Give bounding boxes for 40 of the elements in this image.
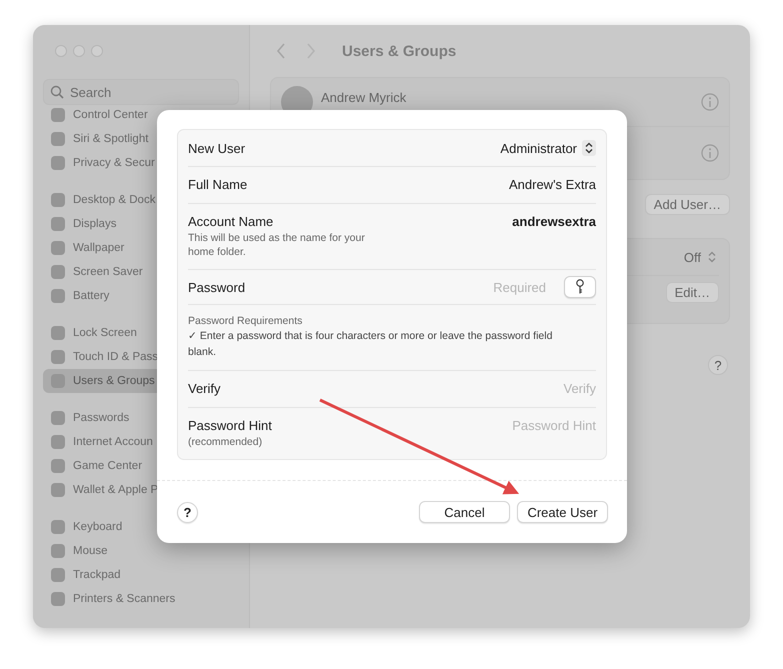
cancel-button[interactable]: Cancel: [419, 501, 510, 524]
sidebar-item[interactable]: Mouse: [43, 539, 239, 563]
requirements-text: ✓ Enter a password that is four characters or more or leave the password field blank.: [188, 329, 554, 360]
sidebar-item[interactable]: Printers & Scanners: [43, 587, 239, 611]
field-value[interactable]: Andrew's Extra: [508, 177, 596, 192]
field-value[interactable]: andrewsextra: [512, 214, 596, 229]
back-icon[interactable]: [276, 43, 286, 59]
input-field[interactable]: Verify: [446, 380, 596, 396]
user-name: Andrew Myrick: [321, 90, 408, 105]
field-label: Password: [188, 280, 246, 295]
key-button[interactable]: [564, 276, 596, 298]
help-button[interactable]: ?: [708, 355, 728, 375]
window-title: Users & Groups: [342, 42, 456, 60]
sidebar-item[interactable]: Trackpad: [43, 563, 239, 587]
setting-value[interactable]: Off: [684, 250, 701, 264]
create-user-button[interactable]: Create User: [517, 501, 608, 524]
field-label: New User: [188, 140, 246, 156]
stepper-icon: [582, 140, 596, 156]
minimize-button[interactable]: [73, 45, 85, 57]
password-field[interactable]: Required: [456, 280, 546, 295]
edit-button[interactable]: Edit…: [666, 282, 719, 303]
field-note: This will be used as the name for your home folder.: [188, 232, 366, 260]
field-label: Account Name: [188, 214, 274, 229]
info-icon[interactable]: [701, 144, 719, 162]
help-button[interactable]: ?: [177, 502, 198, 523]
requirements-title: Password Requirements: [188, 315, 304, 328]
field-note: (recommended): [188, 436, 264, 450]
key-icon: [575, 279, 585, 296]
sidebar-item[interactable]: Game Center: [43, 454, 239, 478]
add-user-button[interactable]: Add User…: [644, 194, 730, 215]
field-label: Verify: [188, 380, 221, 396]
user-type-select[interactable]: Administrator: [500, 140, 596, 156]
field-label: Password Hint: [188, 418, 272, 433]
close-button[interactable]: [55, 45, 67, 57]
search-field[interactable]: Search: [43, 79, 239, 105]
field-label: Full Name: [188, 177, 248, 192]
input-field[interactable]: Password Hint: [446, 418, 596, 433]
search-icon: [50, 85, 64, 99]
zoom-button[interactable]: [91, 45, 103, 57]
info-icon[interactable]: [701, 93, 719, 111]
